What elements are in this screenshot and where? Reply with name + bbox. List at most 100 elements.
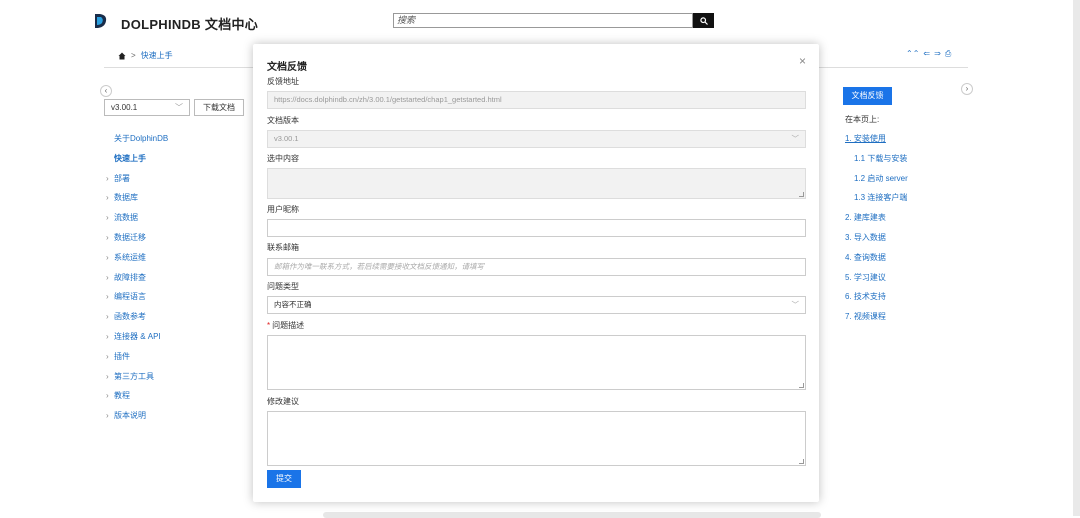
suggestion-textarea[interactable] xyxy=(267,411,806,466)
search-button[interactable] xyxy=(693,13,714,28)
sidebar-item[interactable]: › 系统运维 xyxy=(106,252,168,272)
sidebar-item[interactable]: › 插件 xyxy=(106,351,168,371)
sidebar-item-label: 故障排查 xyxy=(114,272,146,282)
chevron-down-icon: ﹀ xyxy=(791,134,800,143)
toc-item[interactable]: 5. 学习建议 xyxy=(845,272,908,292)
type-select[interactable]: 内容不正确 ﹀ xyxy=(267,296,806,314)
sidebar-item-label: 系统运维 xyxy=(114,252,146,262)
close-icon[interactable]: × xyxy=(799,54,806,68)
nickname-input[interactable] xyxy=(267,219,806,237)
search-input[interactable]: 搜索 xyxy=(393,13,693,28)
chevron-right-icon[interactable]: › xyxy=(106,331,114,343)
chevron-right-icon[interactable]: › xyxy=(106,212,114,224)
suggestion-label: 修改建议 xyxy=(267,397,299,406)
toc-item[interactable]: 3. 导入数据 xyxy=(845,232,908,252)
sidebar-item[interactable]: 关于DolphinDB xyxy=(106,133,168,153)
download-docs-button[interactable]: 下载文档 xyxy=(194,99,244,116)
toc-item[interactable]: 7. 视频课程 xyxy=(845,311,908,331)
sidebar-item-label: 数据库 xyxy=(114,193,138,203)
horizontal-scrollbar[interactable] xyxy=(323,512,821,518)
submit-button[interactable]: 提交 xyxy=(267,470,301,488)
sidebar-nav: 关于DolphinDB 快速上手 › 部署 › 数据库 › 流数据 › 数据迁移 › 系统运维 › 故障排… xyxy=(106,133,168,430)
description-textarea[interactable] xyxy=(267,335,806,390)
sidebar-item-label: 关于DolphinDB xyxy=(114,134,169,143)
chevron-down-icon: ﹀ xyxy=(791,300,800,309)
version-field: v3.00.1 ﹀ xyxy=(267,130,806,148)
sidebar-item-label: 教程 xyxy=(114,391,130,401)
sidebar-item[interactable]: › 连接器 & API xyxy=(106,331,168,351)
version-field-value: v3.00.1 xyxy=(274,134,299,143)
toc-item[interactable]: 1.3 连接客户端 xyxy=(845,192,908,212)
chevron-right-icon[interactable]: › xyxy=(106,232,114,244)
brand-title[interactable]: DOLPHINDB 文档中心 xyxy=(121,14,258,33)
sidebar-item[interactable]: › 数据迁移 xyxy=(106,232,168,252)
sidebar-item-label: 编程语言 xyxy=(114,292,146,302)
chevron-right-icon[interactable]: › xyxy=(106,272,114,284)
print-icon[interactable]: ⎙ xyxy=(945,49,951,59)
toc-item[interactable]: 2. 建库建表 xyxy=(845,212,908,232)
toc-list: 1. 安装使用 1.1 下载与安装 1.2 启动 server 1.3 连接客户端 2.… xyxy=(845,133,908,331)
collapse-toc-icon[interactable]: › xyxy=(961,83,973,95)
chevron-right-icon[interactable]: › xyxy=(106,173,114,185)
resize-grip-icon[interactable] xyxy=(799,383,804,388)
type-label: 问题类型 xyxy=(267,282,299,291)
sidebar-item[interactable]: › 部署 xyxy=(106,173,168,193)
sidebar-item[interactable]: 快速上手 xyxy=(106,153,168,173)
selection-label: 选中内容 xyxy=(267,154,299,163)
sidebar-item-label: 部署 xyxy=(114,173,130,183)
home-icon[interactable] xyxy=(118,52,126,60)
email-input[interactable]: 邮箱作为唯一联系方式，若后续需要接收文档反馈通知，请填写 xyxy=(267,258,806,276)
prev-page-icon[interactable]: ⇐ xyxy=(923,49,930,59)
dolphindb-logo[interactable] xyxy=(94,13,108,29)
chevron-right-icon[interactable]: › xyxy=(106,192,114,204)
chevron-right-icon[interactable]: › xyxy=(106,291,114,303)
toc-item[interactable]: 4. 查询数据 xyxy=(845,252,908,272)
sidebar-item[interactable]: › 流数据 xyxy=(106,212,168,232)
sidebar-item[interactable]: › 第三方工具 xyxy=(106,371,168,391)
chevron-right-icon[interactable]: › xyxy=(106,311,114,323)
chevron-right-icon[interactable]: › xyxy=(106,351,114,363)
resize-grip-icon xyxy=(799,192,804,197)
url-label: 反馈地址 xyxy=(267,77,299,86)
sidebar-item-label: 流数据 xyxy=(114,213,138,223)
type-select-value: 内容不正确 xyxy=(274,300,312,309)
chevron-right-icon[interactable]: › xyxy=(106,252,114,264)
description-label-text: 问题描述 xyxy=(272,321,305,330)
sidebar-item[interactable]: › 函数参考 xyxy=(106,311,168,331)
breadcrumb: > 快速上手 xyxy=(118,50,173,61)
sidebar-item-label: 第三方工具 xyxy=(114,371,154,381)
chevron-right-icon[interactable]: › xyxy=(106,371,114,383)
collapse-sidebar-icon[interactable]: ‹ xyxy=(100,85,112,97)
toc-item[interactable]: 1.1 下载与安装 xyxy=(845,153,908,173)
toc-item[interactable]: 1.2 启动 server xyxy=(845,173,908,193)
feedback-dialog: 文档反馈 × 反馈地址 https://docs.dolphindb.cn/zh… xyxy=(253,44,819,502)
sidebar-item[interactable]: › 故障排查 xyxy=(106,272,168,292)
sidebar-item[interactable]: › 教程 xyxy=(106,390,168,410)
breadcrumb-current[interactable]: 快速上手 xyxy=(141,50,173,61)
search-icon xyxy=(699,16,708,25)
sidebar-item[interactable]: › 编程语言 xyxy=(106,291,168,311)
toc-item[interactable]: 6. 技术支持 xyxy=(845,291,908,311)
toc-item[interactable]: 1. 安装使用 xyxy=(845,133,908,153)
sidebar-item[interactable]: › 数据库 xyxy=(106,192,168,212)
collapse-all-icon[interactable]: ⌃⌃ xyxy=(906,49,919,59)
version-select[interactable]: v3.00.1 ﹀ xyxy=(104,99,190,116)
doc-feedback-button[interactable]: 文档反馈 xyxy=(843,87,892,105)
chevron-down-icon: ﹀ xyxy=(175,103,183,112)
breadcrumb-separator: > xyxy=(131,51,136,60)
page-scrollbar[interactable] xyxy=(1073,0,1080,516)
chevron-right-icon[interactable]: › xyxy=(106,390,114,402)
email-label: 联系邮箱 xyxy=(267,243,299,252)
chevron-right-icon[interactable]: › xyxy=(106,410,114,422)
required-mark: * xyxy=(267,321,271,330)
next-page-icon[interactable]: ⇒ xyxy=(934,49,941,59)
sidebar-item-label: 快速上手 xyxy=(114,153,146,163)
sidebar-item-label: 函数参考 xyxy=(114,312,146,322)
sidebar-item-label: 版本说明 xyxy=(114,411,146,421)
version-label: 文档版本 xyxy=(267,116,299,125)
toc-title: 在本页上: xyxy=(845,115,880,124)
selection-textarea xyxy=(267,168,806,199)
resize-grip-icon[interactable] xyxy=(799,459,804,464)
sidebar-item[interactable]: › 版本说明 xyxy=(106,410,168,430)
description-label: * 问题描述 xyxy=(267,320,304,331)
